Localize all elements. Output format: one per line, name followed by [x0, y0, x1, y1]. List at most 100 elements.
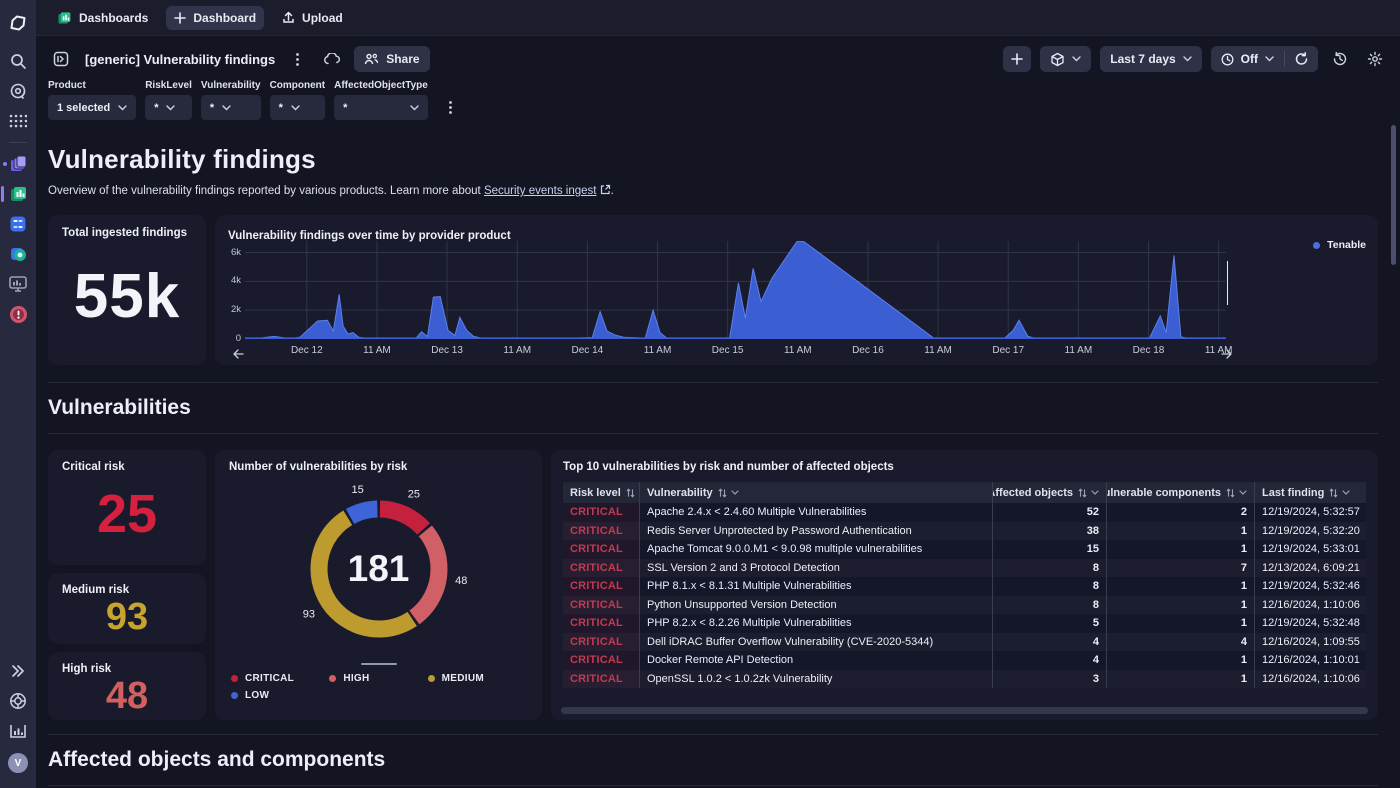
- add-tile-button[interactable]: [1003, 46, 1031, 72]
- legend-item-tenable[interactable]: Tenable: [1313, 239, 1366, 251]
- people-icon: [364, 53, 379, 65]
- expand-sidebar-icon[interactable]: [0, 656, 36, 686]
- nav-dashboards[interactable]: Dashboards: [48, 5, 156, 31]
- dashboard-menu-kebab-icon[interactable]: [284, 46, 310, 72]
- column-header-affected-objects[interactable]: Affected objects: [992, 482, 1106, 503]
- sort-icons[interactable]: [1226, 488, 1247, 498]
- last-finding-cell: 12/13/2024, 6:09:21: [1254, 559, 1366, 578]
- vulnerabilities-table: Risk levelVulnerabilityAffected objects V…: [563, 482, 1366, 688]
- affected-objects-cell: 8: [992, 577, 1106, 596]
- security-events-ingest-link[interactable]: Security events ingest: [484, 185, 597, 197]
- donut-chart[interactable]: 25489315 181: [279, 479, 479, 661]
- apps-grid-icon[interactable]: [0, 106, 36, 136]
- column-header-label: Last finding: [1262, 487, 1324, 499]
- timeseries-plot[interactable]: [245, 241, 1226, 339]
- high-risk-card[interactable]: High risk 48: [48, 652, 206, 720]
- sort-icons[interactable]: [1078, 488, 1099, 498]
- filter-risklevel-dropdown[interactable]: *: [145, 95, 192, 120]
- column-header-risk-level[interactable]: Risk level: [563, 482, 639, 503]
- dashboards-app-icon[interactable]: [0, 179, 36, 209]
- risk-level-cell: CRITICAL: [563, 503, 639, 522]
- avatar-initial: V: [8, 753, 28, 773]
- dynatrace-logo-icon[interactable]: [0, 8, 36, 38]
- visualization-picker-button[interactable]: [1040, 46, 1091, 72]
- filter-label: Component: [270, 80, 326, 91]
- x-axis-label: 11 AM: [363, 345, 391, 356]
- area-chart[interactable]: [245, 241, 1226, 339]
- hosts-monitor-icon[interactable]: [0, 269, 36, 299]
- filter-product: Product 1 selected: [48, 80, 136, 120]
- column-header-last-finding[interactable]: Last finding: [1254, 482, 1366, 503]
- refresh-button[interactable]: [1285, 46, 1318, 72]
- medium-risk-card[interactable]: Medium risk 93: [48, 573, 206, 644]
- x-axis-label: 11 AM: [503, 345, 531, 356]
- nav-upload[interactable]: Upload: [274, 6, 351, 30]
- vulnerable-components-cell: 1: [1106, 596, 1254, 615]
- table-horizontal-scrollbar[interactable]: [561, 707, 1368, 714]
- critical-risk-card[interactable]: Critical risk 25: [48, 450, 206, 565]
- table-row[interactable]: CRITICALDell iDRAC Buffer Overflow Vulne…: [563, 633, 1366, 652]
- settings-button[interactable]: [1362, 46, 1388, 72]
- legend-item-high[interactable]: HIGH: [329, 673, 427, 684]
- table-row[interactable]: CRITICALPython Unsupported Version Detec…: [563, 596, 1366, 615]
- filter-component-dropdown[interactable]: *: [270, 95, 326, 120]
- chevron-down-icon: [291, 105, 300, 111]
- vulnerability-cell: Python Unsupported Version Detection: [639, 596, 992, 615]
- table-row[interactable]: CRITICALRedis Server Unprotected by Pass…: [563, 522, 1366, 541]
- x-axis-label: 11 AM: [1065, 345, 1093, 356]
- vulnerability-cell: OpenSSL 1.0.2 < 1.0.2zk Vulnerability: [639, 670, 992, 689]
- table-row[interactable]: CRITICALOpenSSL 1.0.2 < 1.0.2zk Vulnerab…: [563, 670, 1366, 689]
- clouds-app-icon[interactable]: [0, 239, 36, 269]
- refresh-settings-group: Off: [1211, 46, 1318, 72]
- page-vertical-scrollbar[interactable]: [1391, 125, 1396, 265]
- dashboard-board-icon[interactable]: [48, 46, 74, 72]
- search-icon[interactable]: [0, 46, 36, 76]
- tab-new-dashboard[interactable]: Dashboard: [166, 6, 264, 30]
- column-header-vulnerability[interactable]: Vulnerability: [639, 482, 992, 503]
- column-header-vulnerable-components[interactable]: Vulnerable components: [1106, 482, 1254, 503]
- affected-objects-cell: 8: [992, 596, 1106, 615]
- help-icon[interactable]: [0, 686, 36, 716]
- auto-refresh-selector[interactable]: Off: [1211, 46, 1284, 72]
- medium-risk-value: 93: [62, 596, 192, 639]
- table-row[interactable]: CRITICALApache Tomcat 9.0.0.M1 < 9.0.98 …: [563, 540, 1366, 559]
- nav-dashboards-label: Dashboards: [79, 11, 148, 25]
- filter-affectedobjecttype-dropdown[interactable]: *: [334, 95, 428, 120]
- sort-icons[interactable]: [626, 488, 639, 498]
- chevron-down-icon: [166, 105, 175, 111]
- scroll-left-icon[interactable]: [233, 349, 244, 359]
- table-row[interactable]: CRITICALPHP 8.1.x < 8.1.31 Multiple Vuln…: [563, 577, 1366, 596]
- analytics-icon[interactable]: [0, 716, 36, 746]
- workflows-app-icon[interactable]: [0, 149, 36, 179]
- table-row[interactable]: CRITICALPHP 8.2.x < 8.2.26 Multiple Vuln…: [563, 614, 1366, 633]
- sort-icons[interactable]: [718, 488, 739, 498]
- assistant-icon[interactable]: [0, 76, 36, 106]
- filters-menu-kebab-icon[interactable]: [437, 95, 463, 120]
- table-row[interactable]: CRITICALSSL Version 2 and 3 Protocol Det…: [563, 559, 1366, 578]
- filter-product-dropdown[interactable]: 1 selected: [48, 95, 136, 120]
- table-row[interactable]: CRITICALDocker Remote API Detection4112/…: [563, 651, 1366, 670]
- total-ingested-findings-card[interactable]: Total ingested findings 55k: [48, 215, 206, 365]
- table-row[interactable]: CRITICALApache 2.4.x < 2.4.60 Multiple V…: [563, 503, 1366, 522]
- sync-status-cloud-icon[interactable]: [319, 46, 345, 72]
- risk-level-cell: CRITICAL: [563, 559, 639, 578]
- vulnerable-components-cell: 2: [1106, 503, 1254, 522]
- filter-value: 1 selected: [57, 102, 110, 114]
- sort-icons[interactable]: [1329, 488, 1350, 498]
- filter-vulnerability-dropdown[interactable]: *: [201, 95, 261, 120]
- legend-item-low[interactable]: LOW: [231, 690, 329, 701]
- tab-new-dashboard-label: Dashboard: [193, 11, 256, 25]
- column-header-label: Affected objects: [992, 487, 1073, 499]
- legend-item-critical[interactable]: CRITICAL: [231, 673, 329, 684]
- legend-label: CRITICAL: [245, 673, 294, 684]
- history-button[interactable]: [1327, 46, 1353, 72]
- legend-item-medium[interactable]: MEDIUM: [428, 673, 526, 684]
- security-alert-app-icon[interactable]: [0, 299, 36, 329]
- share-button[interactable]: Share: [354, 46, 429, 72]
- cards-app-icon[interactable]: [0, 209, 36, 239]
- time-range-selector[interactable]: Last 7 days: [1100, 46, 1201, 72]
- user-avatar[interactable]: V: [0, 748, 36, 778]
- risk-level-cell: CRITICAL: [563, 651, 639, 670]
- scroll-right-icon[interactable]: [1221, 349, 1232, 359]
- plus-icon: [174, 12, 186, 24]
